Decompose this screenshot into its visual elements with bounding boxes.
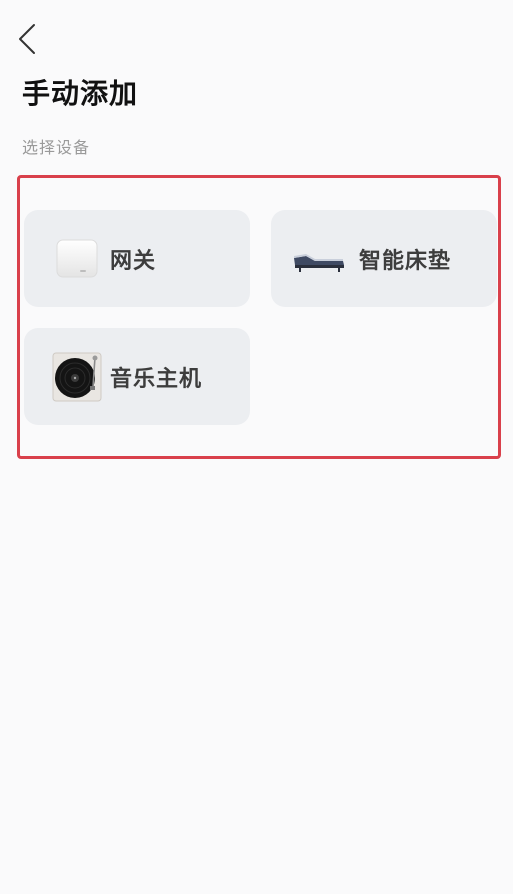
gateway-device-icon	[46, 228, 108, 290]
device-label: 智能床垫	[359, 248, 452, 274]
back-button[interactable]	[10, 22, 44, 60]
section-label: 选择设备	[22, 138, 91, 157]
smart-mattress-icon	[289, 228, 349, 290]
device-card-music-host[interactable]: 音乐主机	[24, 328, 250, 425]
chevron-left-icon	[17, 22, 37, 60]
device-label: 音乐主机	[110, 366, 203, 392]
device-card-gateway[interactable]: 网关	[24, 210, 250, 307]
page-title: 手动添加	[22, 77, 139, 110]
turntable-icon	[46, 346, 108, 408]
device-card-smart-mattress[interactable]: 智能床垫	[271, 210, 497, 307]
device-label: 网关	[110, 248, 157, 274]
